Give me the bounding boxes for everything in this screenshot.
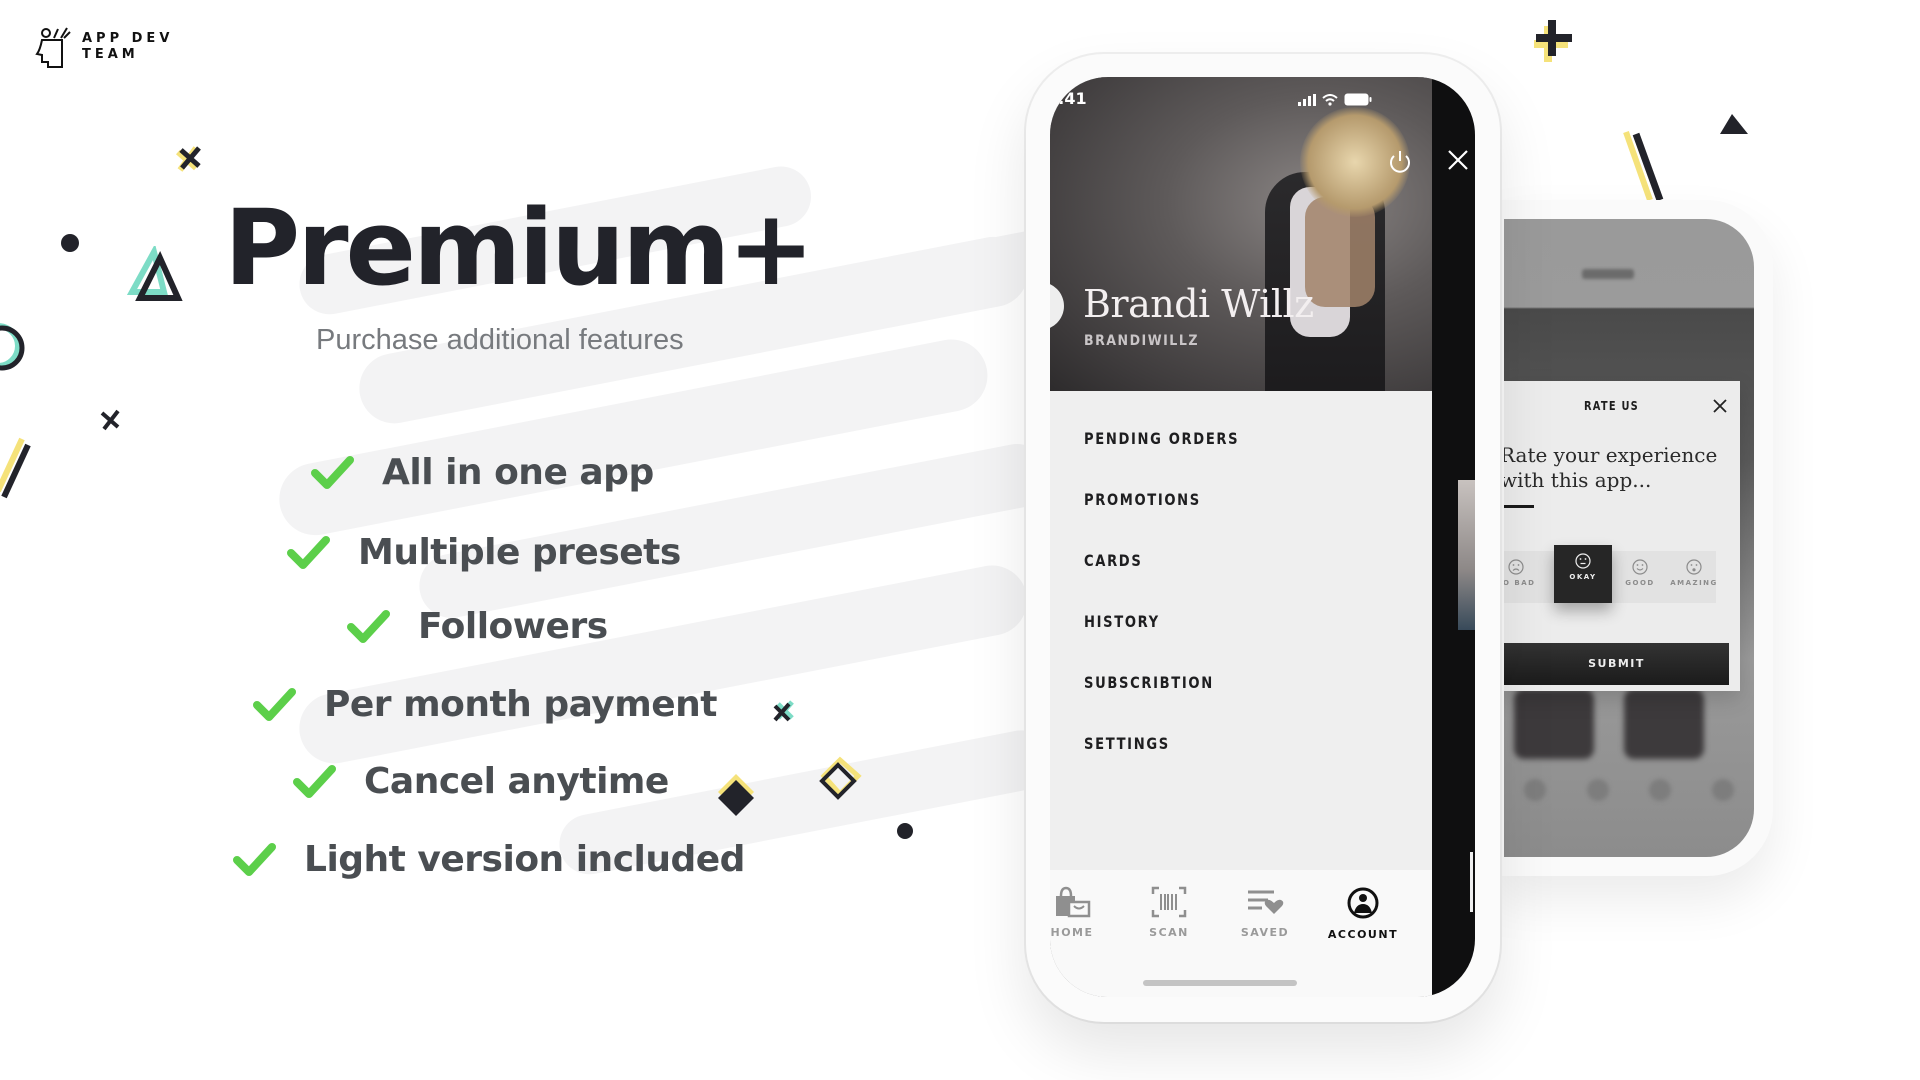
signal-icon — [1298, 93, 1316, 106]
feature-label: Per month payment — [324, 684, 718, 725]
feature-label: Light version included — [304, 839, 745, 880]
circle-decoration-icon — [0, 323, 25, 371]
line-decoration-icon — [1623, 131, 1664, 202]
small-cross-decoration-icon — [100, 409, 120, 431]
shopping-bag-icon — [1056, 886, 1091, 918]
status-time: :41 — [1058, 89, 1087, 108]
filled-diamond-decoration-icon — [718, 774, 754, 816]
background-streak — [293, 559, 1034, 770]
close-icon[interactable] — [1445, 147, 1471, 173]
menu-item-settings[interactable]: SETTINGS — [1084, 734, 1239, 795]
background-screen-divider — [1470, 852, 1473, 912]
tab-label: ACCOUNT — [1327, 928, 1399, 941]
home-indicator[interactable] — [1143, 980, 1297, 986]
brand-logo: APP DEV TEAM — [34, 26, 173, 68]
drawer-menu: PENDING ORDERS PROMOTIONS CARDS HISTORY … — [1084, 429, 1273, 795]
brand-name: APP DEV TEAM — [82, 31, 173, 63]
check-icon — [347, 609, 390, 643]
menu-item-history[interactable]: HISTORY — [1084, 612, 1239, 673]
brand-name-line2: TEAM — [82, 47, 139, 62]
cross-decoration-icon — [176, 146, 201, 172]
rate-us-dialog: RATE US Rate your experience with this a… — [1504, 381, 1740, 691]
blurred-product — [1514, 689, 1594, 759]
tab-home[interactable]: HOME — [1050, 886, 1112, 939]
menu-item-promotions[interactable]: PROMOTIONS — [1084, 490, 1239, 551]
sad-face-icon — [1508, 559, 1524, 575]
barcode-scan-icon — [1151, 886, 1187, 918]
feature-label: Cancel anytime — [364, 761, 669, 802]
feature-item: Per month payment — [252, 684, 718, 725]
blurred-product — [1624, 689, 1704, 759]
main-phone-screen: :41 Brandi Willz BRANDIWILLZ PENDING ORD… — [1050, 77, 1475, 997]
saved-list-heart-icon — [1248, 890, 1284, 914]
rating-option-label: GOOD — [1625, 579, 1655, 587]
account-circle-icon — [1347, 887, 1379, 919]
triangle-decoration-icon — [126, 246, 183, 301]
tab-label: SAVED — [1240, 926, 1290, 939]
smile-face-icon — [1632, 559, 1648, 575]
feature-item: Cancel anytime — [292, 761, 669, 802]
feature-label: Multiple presets — [358, 532, 681, 573]
profile-header: :41 Brandi Willz BRANDIWILLZ — [1050, 77, 1432, 391]
teal-cross-decoration-icon — [773, 700, 794, 722]
page-title: Premium+ — [224, 187, 815, 309]
feature-label: All in one app — [382, 452, 654, 493]
surprised-face-icon — [1686, 559, 1702, 575]
rate-dialog-title: RATE US — [1584, 399, 1639, 413]
tab-label: HOME — [1050, 926, 1094, 939]
close-icon[interactable] — [1712, 398, 1728, 414]
power-icon[interactable] — [1385, 147, 1415, 177]
dot-decoration-icon — [61, 234, 79, 252]
tab-scan[interactable]: SCAN — [1129, 886, 1209, 939]
menu-item-cards[interactable]: CARDS — [1084, 551, 1239, 612]
outline-diamond-decoration-icon — [819, 756, 862, 800]
feature-item: Light version included — [232, 839, 745, 880]
rating-option-label: AMAZING — [1670, 579, 1718, 587]
tab-label: SCAN — [1149, 926, 1189, 939]
neutral-face-icon — [1575, 553, 1591, 569]
rating-option-amazing[interactable]: AMAZING — [1668, 551, 1720, 603]
battery-icon — [1344, 93, 1372, 106]
avatar[interactable] — [1050, 282, 1064, 330]
blurred-explore-title — [1582, 269, 1634, 279]
wifi-icon — [1322, 93, 1338, 106]
menu-item-subscription[interactable]: SUBSCRIBTION — [1084, 673, 1239, 734]
line-decoration-icon — [0, 437, 31, 499]
rating-option-so-bad[interactable]: SO BAD — [1504, 551, 1540, 603]
rating-option-label: OKAY — [1569, 573, 1597, 581]
status-icons — [1298, 93, 1372, 106]
feature-item: All in one app — [310, 452, 654, 493]
feature-label: Followers — [418, 606, 608, 647]
head-with-tools-icon — [35, 27, 71, 68]
side-drawer: :41 Brandi Willz BRANDIWILLZ PENDING ORD… — [1050, 77, 1432, 997]
rating-option-label: SO BAD — [1504, 579, 1536, 587]
blurred-tabbar — [1504, 779, 1754, 809]
check-icon — [311, 455, 354, 489]
check-icon — [293, 764, 336, 798]
secondary-phone-screen: RATE US Rate your experience with this a… — [1504, 219, 1754, 857]
bottom-tab-bar: HOME SCAN SAVED ACCOUNT — [1050, 870, 1432, 997]
rating-options: SO BAD OKAY GOOD AMAZING — [1504, 545, 1716, 603]
brand-name-line1: APP DEV — [82, 31, 174, 46]
tab-saved[interactable]: SAVED — [1225, 886, 1305, 939]
background-screen-photo — [1458, 480, 1475, 630]
feature-item: Followers — [346, 606, 608, 647]
check-icon — [233, 842, 276, 876]
profile-name: Brandi Willz — [1083, 282, 1314, 326]
prompt-underline — [1504, 505, 1534, 508]
triangle-filled-decoration-icon — [1720, 114, 1748, 134]
rate-dialog-prompt: Rate your experience with this app... — [1504, 443, 1718, 492]
page-subtitle: Purchase additional features — [316, 324, 684, 356]
dot-decoration-icon — [897, 823, 913, 839]
rating-option-okay[interactable]: OKAY — [1554, 545, 1612, 603]
plus-decoration-icon — [1534, 20, 1572, 62]
profile-username: BRANDIWILLZ — [1084, 333, 1199, 349]
check-icon — [287, 535, 330, 569]
feature-item: Multiple presets — [286, 532, 681, 573]
rating-option-good[interactable]: GOOD — [1620, 551, 1660, 603]
tab-account[interactable]: ACCOUNT — [1323, 886, 1403, 941]
menu-item-pending-orders[interactable]: PENDING ORDERS — [1084, 429, 1239, 490]
check-icon — [253, 687, 296, 721]
submit-button[interactable]: SUBMIT — [1504, 643, 1729, 685]
